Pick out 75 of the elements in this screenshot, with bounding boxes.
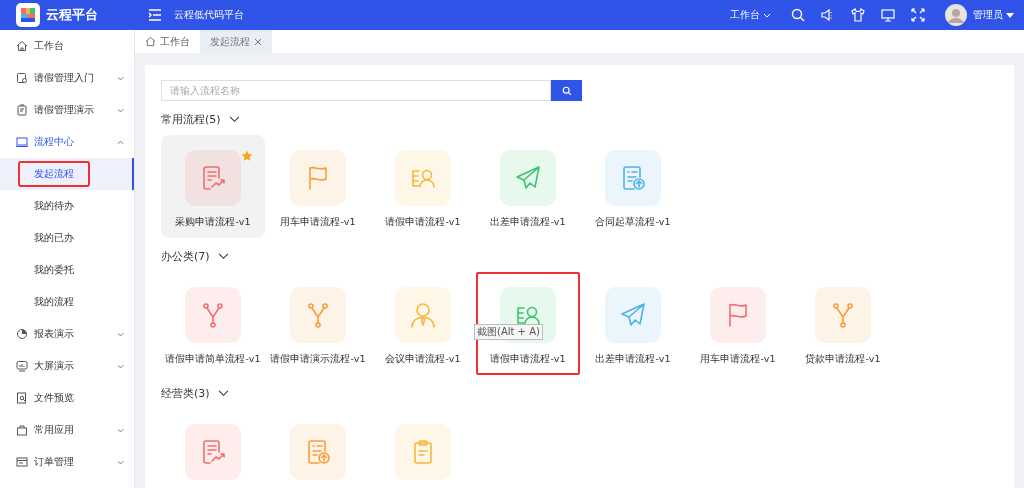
sidebar-item[interactable]: 请假管理演示 [0,94,134,126]
screen-icon [16,360,28,372]
process-card[interactable]: 截图(Alt + A) 请假申请流程-v1 [476,272,580,375]
process-card[interactable]: 出差申请流程-v1 [476,135,580,238]
sidebar-item[interactable]: 文件预览 [0,382,134,414]
home-icon [145,36,156,47]
card-label: 请假申请简单流程-v1 [165,353,261,366]
card-label: 请假申请流程-v1 [385,216,461,229]
process-card[interactable]: 请假申请演示流程-v1 [266,272,370,375]
workspace-dropdown[interactable]: 工作台 [730,8,771,22]
card-label: 请假申请流程-v1 [490,353,566,366]
card-label: 出差申请流程-v1 [490,216,566,229]
sidebar-subitem[interactable]: 我的已办 [0,222,134,254]
card-label: 出差申请流程-v1 [595,353,671,366]
card-label: 贷款申请流程-v1 [805,353,881,366]
sidebar-subitem[interactable]: 我的流程 [0,286,134,318]
fullscreen-icon[interactable] [911,8,925,22]
process-card[interactable]: 请假申请流程-v1 [371,135,475,238]
chevron-down-icon [763,12,771,18]
search-field[interactable]: 请输入流程名称 [161,80,551,101]
bag-icon [16,424,28,436]
search-button[interactable] [551,80,582,101]
avatar-icon[interactable] [945,4,967,26]
home-icon [16,40,28,52]
file-icon [16,392,28,404]
search-icon [561,85,572,96]
card-label: 采购申请流程-v1 [175,216,251,229]
process-card[interactable]: 会议申请流程-v1 [371,272,475,375]
process-card[interactable]: 贷款申请流程-v1 [791,272,895,375]
sidebar-subitem[interactable]: 发起流程 [0,158,134,190]
caret-icon [1006,12,1014,18]
card-icon [16,456,28,468]
logo-text: 云程平台 [46,6,98,24]
card-label: 会议申请流程-v1 [385,353,461,366]
clipboard-icon [16,104,28,116]
sidebar-item[interactable]: 常用应用 [0,414,134,446]
monitor-icon[interactable] [881,8,895,22]
sidebar-item[interactable]: 订单管理 [0,446,134,478]
sidebar-item[interactable]: 流程中心 [0,126,134,158]
card-label: 请假申请演示流程-v1 [270,353,366,366]
page-tab[interactable]: 工作台 [135,30,200,53]
process-card[interactable]: 合同起草流程-v1 [581,135,685,238]
logo-icon [16,3,40,27]
card-label: 合同起草流程-v1 [595,216,671,229]
tooltip: 截图(Alt + A) [474,324,543,340]
process-card[interactable]: 请假申请简单流程-v1 [161,272,265,375]
sidebar-subitem[interactable]: 我的委托 [0,254,134,286]
close-icon[interactable] [254,37,262,46]
section-title: 经营类(3) [161,386,210,401]
section-title: 常用流程(5) [161,112,221,127]
section-title: 办公类(7) [161,249,210,264]
process-card[interactable]: 用车申请流程-v1 [686,272,790,375]
process-card[interactable]: 用车申请流程-v1 [266,135,370,238]
sidebar-subitem[interactable]: 我的待办 [0,190,134,222]
doc-icon [16,72,28,84]
sidebar-item[interactable]: 大屏演示 [0,350,134,382]
chevron-down-icon[interactable] [217,253,229,260]
page-tab[interactable]: 发起流程 [200,30,272,53]
platform-title: 云程低代码平台 [174,8,244,22]
search-icon[interactable] [791,8,805,22]
card-label: 用车申请流程-v1 [700,353,776,366]
chevron-down-icon[interactable] [217,390,229,397]
monitor-icon [16,136,28,148]
card-label: 用车申请流程-v1 [280,216,356,229]
sidebar-item[interactable]: 工作台 [0,30,134,62]
sidebar-item[interactable]: 报表演示 [0,318,134,350]
shirt-icon[interactable] [851,8,865,22]
process-card[interactable]: 出差申请流程-v1 [581,272,685,375]
sidebar-item[interactable]: 请假管理入门 [0,62,134,94]
process-card[interactable]: 采购申请流程-v1 [161,135,265,238]
speaker-icon[interactable] [821,8,835,22]
user-menu[interactable]: 管理员 [973,8,1014,22]
chevron-down-icon[interactable] [228,116,240,123]
pie-icon [16,328,28,340]
menu-icon[interactable] [148,9,162,21]
